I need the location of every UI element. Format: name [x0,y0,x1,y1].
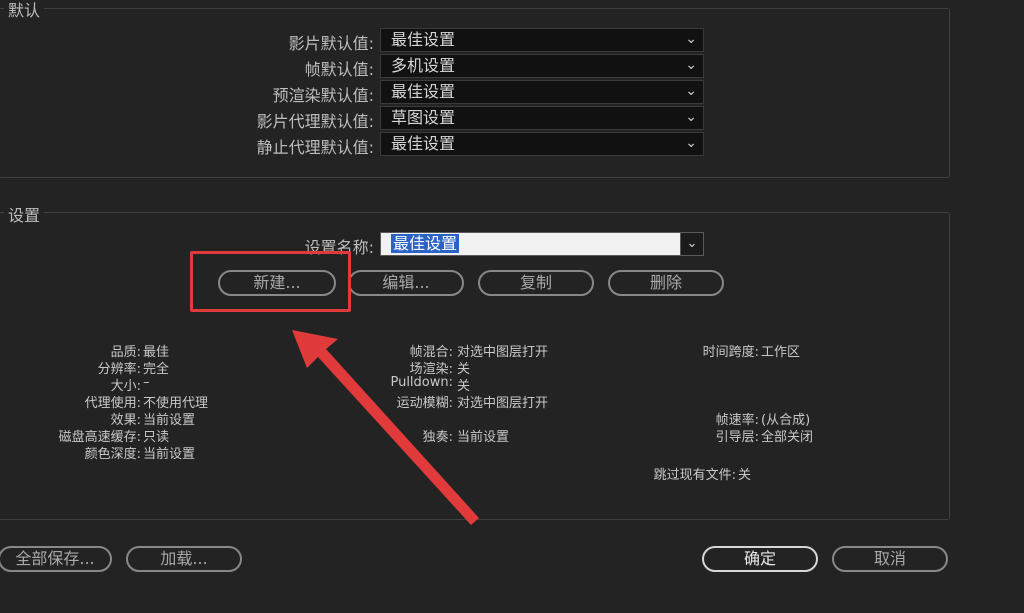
info-label: 独奏: [422,430,453,445]
load-button[interactable]: 加载... [126,546,242,572]
prerender-default-select[interactable]: 最佳设置 ⌄ [380,80,704,104]
info-label: 时间跨度: [702,345,759,360]
ok-button[interactable]: 确定 [702,546,818,572]
info-label: 运动模糊: [396,396,453,411]
still-proxy-default-value: 最佳设置 [391,134,456,153]
save-all-button[interactable]: 全部保存... [0,546,112,572]
info-label: 引导层: [715,430,759,445]
info-label: 颜色深度: [84,447,141,462]
info-value: 对选中图层打开 [457,396,549,411]
still-proxy-default-label: 静止代理默认值: [256,138,374,157]
chevron-down-icon: ⌄ [685,83,697,99]
movie-default-label: 影片默认值: [288,34,374,53]
frame-default-label: 帧默认值: [304,60,374,79]
movie-proxy-default-select[interactable]: 草图设置 ⌄ [380,106,704,130]
still-proxy-default-select[interactable]: 最佳设置 ⌄ [380,132,704,156]
settings-name-select[interactable]: 最佳设置 ⌄ [380,232,704,256]
chevron-down-icon[interactable]: ⌄ [680,233,703,255]
duplicate-button[interactable]: 复制 [478,270,594,296]
info-value: 全部关闭 [761,430,814,445]
info-value: – [143,375,150,390]
movie-proxy-default-value: 草图设置 [391,108,456,127]
prerender-default-value: 最佳设置 [391,82,456,101]
settings-group-title: 设置 [4,202,45,226]
info-value: 关 [738,468,752,483]
frame-default-select[interactable]: 多机设置 ⌄ [380,54,704,78]
chevron-down-icon: ⌄ [685,31,697,47]
prerender-default-label: 预渲染默认值: [272,86,374,105]
info-label: Pulldown: [390,375,453,390]
info-value: 工作区 [761,345,801,360]
info-value: 当前设置 [143,447,196,462]
settings-name-value: 最佳设置 [391,234,460,253]
defaults-group-title: 默认 [4,0,45,21]
movie-default-select[interactable]: 最佳设置 ⌄ [380,28,704,52]
cancel-button[interactable]: 取消 [832,546,948,572]
movie-default-value: 最佳设置 [391,30,456,49]
info-value: 当前设置 [457,430,510,445]
chevron-down-icon: ⌄ [685,109,697,125]
frame-default-value: 多机设置 [391,56,456,75]
annotation-highlight-box [190,251,351,312]
movie-proxy-default-label: 影片代理默认值: [256,112,374,131]
edit-button[interactable]: 编辑... [348,270,464,296]
chevron-down-icon: ⌄ [685,57,697,73]
chevron-down-icon: ⌄ [685,135,697,151]
info-label: 跳过现有文件: [653,468,736,483]
info-value: 对选中图层打开 [457,345,549,360]
delete-button[interactable]: 删除 [608,270,724,296]
